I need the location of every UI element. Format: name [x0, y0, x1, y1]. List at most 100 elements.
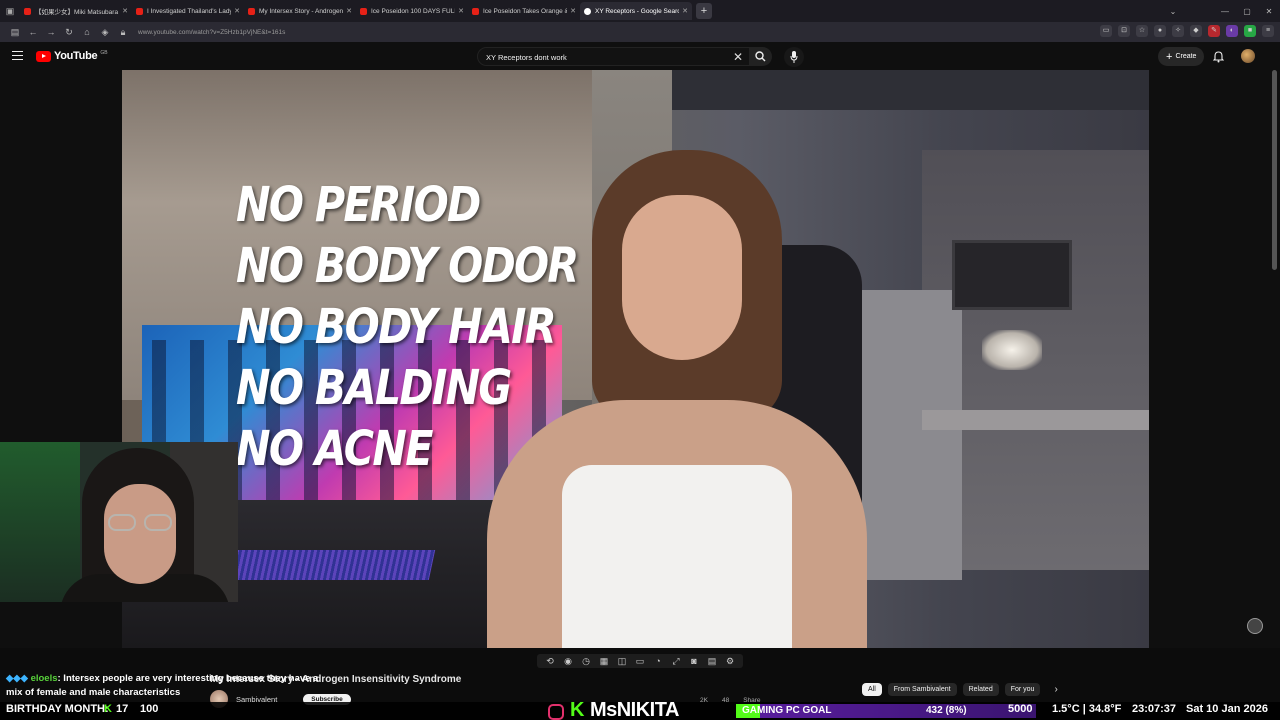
close-tab-icon[interactable]: ✕: [570, 7, 576, 15]
loop-icon[interactable]: ⟲: [543, 655, 557, 667]
close-tab-icon[interactable]: ✕: [346, 7, 352, 15]
video-scene-fridge: [862, 290, 962, 580]
sidebar-toggle-icon[interactable]: ▤: [6, 27, 24, 38]
resize-icon[interactable]: ◫: [615, 655, 629, 667]
kick-count: 17: [116, 703, 129, 715]
tab-1[interactable]: 【如果少女】Miki Matsubara 'S ✕: [20, 2, 132, 20]
home-icon[interactable]: ⌂: [78, 27, 96, 37]
search-icon: [755, 51, 766, 62]
chip-all[interactable]: All: [862, 683, 882, 696]
tab-5[interactable]: Ice Poseidon Takes Orange & P ✕: [468, 2, 580, 20]
weather: 1.5°C | 34.8°F: [1052, 703, 1122, 715]
clear-search-icon[interactable]: ✕: [733, 50, 743, 64]
chat-message: ◆◆◆ eloels: Intersex people are very int…: [6, 672, 326, 700]
back-icon[interactable]: ←: [24, 27, 42, 37]
new-tab-button[interactable]: +: [696, 3, 712, 19]
extension-icon[interactable]: ●: [1154, 25, 1166, 37]
tab-title: 【如果少女】Miki Matsubara 'S: [35, 9, 120, 16]
tab-title: XY Receptors - Google Search: [595, 7, 680, 15]
chip-for-you[interactable]: For you: [1004, 683, 1041, 696]
video-scene-counter: [922, 410, 1149, 430]
speed-icon[interactable]: ◷: [579, 655, 593, 667]
tab-title: My Intersex Story - Androgen I: [259, 7, 344, 15]
tab-title: Ice Poseidon Takes Orange & P: [483, 7, 568, 15]
notifications-bell-icon[interactable]: [1212, 50, 1225, 68]
goal-label: GAMING PC GOAL: [742, 705, 832, 716]
search-input[interactable]: XY Receptors dont work ✕: [477, 47, 750, 66]
reload-icon[interactable]: ↻: [60, 27, 78, 38]
search-button[interactable]: [750, 47, 772, 66]
audio-icon[interactable]: ◉: [561, 655, 575, 667]
video-player[interactable]: NO PERIOD NO BODY ODOR NO BODY HAIR NO B…: [122, 70, 1149, 648]
voice-search-button[interactable]: [784, 47, 804, 67]
browser-toolbar: ▤ ← → ↻ ⌂ ◈ 🔒︎ www.youtube.com/watch?v=Z…: [0, 22, 1280, 42]
page-scrollbar[interactable]: [1272, 70, 1277, 270]
chip-from-channel[interactable]: From Sambivalent: [887, 683, 957, 696]
close-tab-icon[interactable]: ✕: [122, 7, 128, 15]
minimize-icon[interactable]: —: [1214, 7, 1236, 16]
overlay-line: NO BODY HAIR: [236, 299, 557, 355]
channel-watermark-icon[interactable]: [1247, 618, 1263, 634]
bookmark-star-icon[interactable]: ☆: [1136, 25, 1148, 37]
overlay-line: NO BODY ODOR: [236, 238, 579, 294]
red-extension-icon[interactable]: ✎: [1208, 25, 1220, 37]
menu-icon[interactable]: ≡: [1262, 25, 1274, 37]
overlay-toolbar: ⟲ ◉ ◷ ▦ ◫ ▭ ◔ ⤢ ◙ ▤ ⚙: [537, 654, 743, 668]
tab-title: Ice Poseidon 100 DAYS FULL V: [371, 7, 456, 15]
tab-6-active[interactable]: XY Receptors - Google Search ✕: [580, 2, 692, 20]
chevron-right-icon[interactable]: ›: [1054, 684, 1057, 695]
chat-badges-icon: ◆◆◆: [6, 673, 31, 684]
video-scene-microwave: [952, 240, 1072, 310]
maximize-icon[interactable]: ▢: [1236, 7, 1258, 16]
video-scene-keyboard: [208, 550, 436, 580]
shield-extension-icon[interactable]: ◆: [1190, 25, 1202, 37]
close-tab-icon[interactable]: ✕: [458, 7, 464, 15]
youtube-icon: [136, 7, 143, 15]
birthday-month-label: BIRTHDAY MONTH:: [6, 703, 109, 715]
camera-icon[interactable]: ◙: [687, 655, 701, 667]
screen-icon[interactable]: ▤: [705, 655, 719, 667]
address-bar[interactable]: www.youtube.com/watch?v=Z5Hzb1pVjNE&t=16…: [138, 29, 285, 36]
browser-tab-strip: ▣ 【如果少女】Miki Matsubara 'S ✕ I Investigate…: [0, 0, 1280, 22]
browser-menu-icon[interactable]: ▣: [0, 0, 20, 22]
tab-3[interactable]: My Intersex Story - Androgen I ✕: [244, 2, 356, 20]
reader-icon[interactable]: ▭: [1100, 25, 1112, 37]
close-tab-icon[interactable]: ✕: [234, 7, 240, 15]
puzzle-icon[interactable]: ✧: [1172, 25, 1184, 37]
goal-bar: GAMING PC GOAL 432 (8%): [736, 704, 1036, 718]
count-hundred: 100: [140, 703, 159, 715]
purple-extension-icon[interactable]: ◐: [1226, 25, 1238, 37]
streamer-webcam: [0, 442, 238, 602]
expand-icon[interactable]: ⤢: [669, 655, 683, 667]
microphone-icon: [790, 51, 798, 63]
shield-icon[interactable]: ◈: [96, 27, 114, 38]
youtube-icon: [360, 7, 367, 15]
window-controls: ⌄ — ▢ ✕: [1162, 0, 1280, 22]
youtube-wordmark: YouTube: [54, 50, 98, 62]
chip-related[interactable]: Related: [962, 683, 999, 696]
clock-time: 23:07:37: [1132, 703, 1177, 715]
tab-2[interactable]: I Investigated Thailand's Ladyb ✕: [132, 2, 244, 20]
video-scene-ceiling: [592, 70, 1149, 110]
clip-icon[interactable]: ▦: [597, 655, 611, 667]
close-window-icon[interactable]: ✕: [1258, 7, 1280, 16]
clock-date: Sat 10 Jan 2026: [1186, 703, 1268, 715]
timer-icon[interactable]: ◔: [651, 655, 665, 667]
kick-logo-icon: K: [570, 699, 584, 720]
tab-4[interactable]: Ice Poseidon 100 DAYS FULL V ✕: [356, 2, 468, 20]
youtube-play-icon: [36, 50, 51, 62]
account-avatar[interactable]: [1241, 49, 1255, 63]
kick-icon: K: [104, 703, 112, 715]
close-tab-icon[interactable]: ✕: [682, 7, 688, 15]
pip-icon[interactable]: ▭: [633, 655, 647, 667]
search-query: XY Receptors dont work: [486, 53, 567, 62]
hamburger-menu-icon[interactable]: [12, 51, 23, 60]
green-extension-icon[interactable]: ■: [1244, 25, 1256, 37]
create-button[interactable]: + Create: [1158, 47, 1205, 66]
forward-icon[interactable]: →: [42, 27, 60, 37]
settings-gear-icon[interactable]: ⚙: [723, 655, 737, 667]
screenshot-icon[interactable]: ⊡: [1118, 25, 1130, 37]
chevron-down-icon[interactable]: ⌄: [1162, 7, 1184, 16]
stream-ticker: BIRTHDAY MONTH: K 17 100 K MsNIKITA GAMI…: [0, 699, 1280, 720]
youtube-logo[interactable]: YouTube GB: [36, 50, 108, 62]
